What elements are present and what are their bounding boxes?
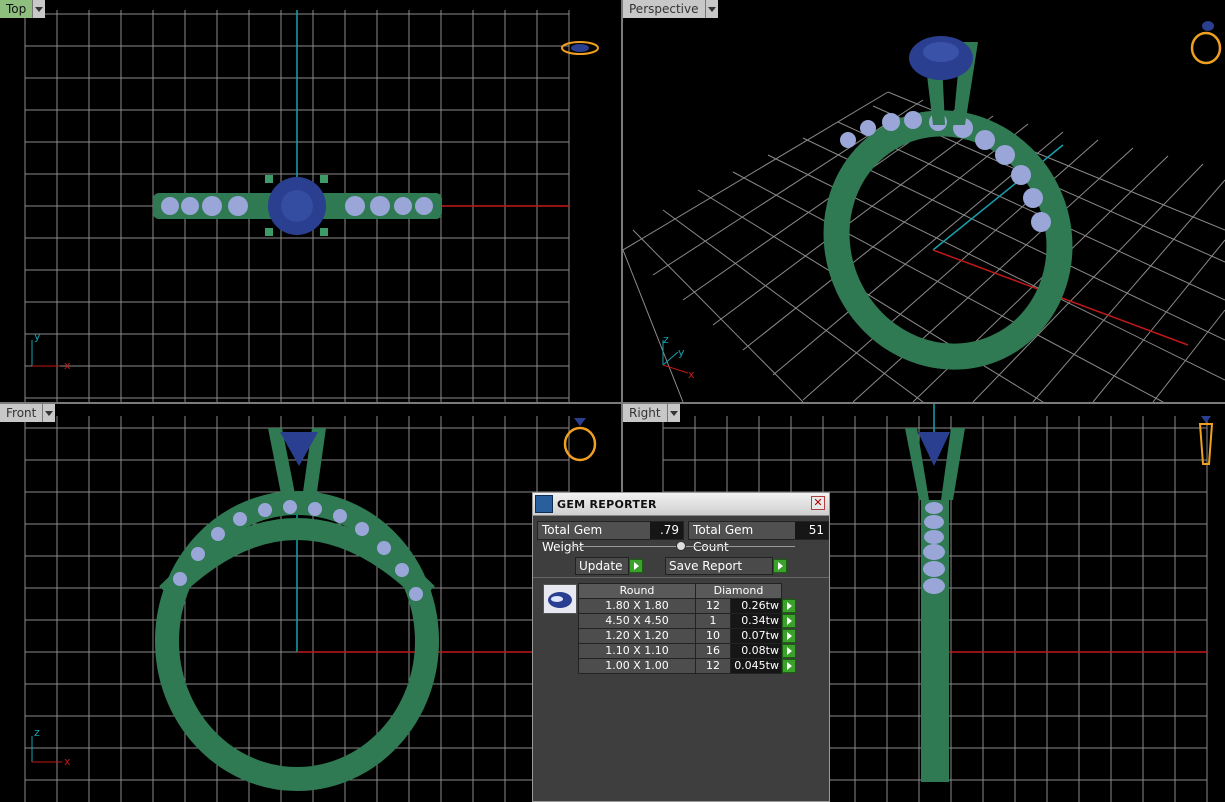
gem-weight: 0.07tw <box>730 628 782 644</box>
axis-label-y: y <box>678 346 685 359</box>
total-gem-count-label: Total Gem Count <box>689 522 795 554</box>
viewport-label-perspective[interactable]: Perspective <box>623 0 718 18</box>
front-view-scene: z x <box>24 416 570 802</box>
go-arrow-icon[interactable] <box>629 559 643 573</box>
ring-nav-icon[interactable] <box>560 38 600 60</box>
viewport-perspective[interactable]: z y x Perspective <box>623 0 1225 402</box>
close-icon[interactable]: ✕ <box>811 496 825 510</box>
top-view-scene: y x <box>24 10 570 402</box>
axis-triad-top: y x <box>31 330 71 372</box>
viewport-label-right[interactable]: Right <box>623 404 680 422</box>
update-button[interactable]: Update <box>575 557 629 575</box>
chevron-down-icon[interactable] <box>32 0 46 18</box>
viewport-label-top[interactable]: Top <box>0 0 46 18</box>
go-arrow-icon[interactable] <box>782 644 796 658</box>
go-arrow-icon[interactable] <box>782 614 796 628</box>
round-gem-icon <box>548 592 572 608</box>
total-gem-count-field: Total Gem Count 51 <box>688 521 829 554</box>
gem-weight: 0.26tw <box>730 598 782 614</box>
go-arrow-icon[interactable] <box>773 559 787 573</box>
ring-model-perspective[interactable] <box>798 36 1097 393</box>
gem-reporter-icon <box>535 495 553 513</box>
table-row[interactable]: 1.20 X 1.20 10 0.07tw <box>578 628 799 644</box>
axis-label-z: z <box>34 726 40 739</box>
ring-nav-icon[interactable] <box>1195 414 1217 472</box>
axis-label-x: x <box>64 755 71 768</box>
chevron-down-icon[interactable] <box>666 404 680 422</box>
ring-model-right[interactable] <box>905 428 965 782</box>
gem-count: 1 <box>695 613 731 629</box>
go-arrow-icon[interactable] <box>782 659 796 673</box>
gem-count: 10 <box>695 628 731 644</box>
perspective-view-scene: z y x <box>623 36 1225 402</box>
viewport-front[interactable]: z x Front <box>0 404 621 802</box>
ring-nav-icon[interactable] <box>560 414 600 464</box>
table-row[interactable]: 1.00 X 1.00 12 0.045tw <box>578 658 799 674</box>
table-row[interactable]: 1.80 X 1.80 12 0.26tw <box>578 598 799 614</box>
table-row[interactable]: 1.10 X 1.10 16 0.08tw <box>578 643 799 659</box>
gem-count: 16 <box>695 643 731 659</box>
axis-triad-front: z x <box>31 726 71 768</box>
axis-label-y: y <box>34 330 41 343</box>
column-header-shape: Round <box>578 583 696 599</box>
viewport-label-front[interactable]: Front <box>0 404 56 422</box>
total-gem-weight-value: .79 <box>649 522 684 539</box>
axis-triad-perspective: z y x <box>662 333 695 381</box>
column-header-material: Diamond <box>695 583 782 599</box>
viewport-name: Top <box>0 0 33 18</box>
total-gem-count-value: 51 <box>794 522 828 539</box>
chevron-down-icon[interactable] <box>42 404 56 422</box>
gem-shape-thumbnail[interactable] <box>543 584 577 614</box>
go-arrow-icon[interactable] <box>782 629 796 643</box>
gem-weight: 0.045tw <box>730 658 782 674</box>
gem-count: 12 <box>695 598 731 614</box>
viewport-name: Right <box>623 404 667 422</box>
gem-size: 1.20 X 1.20 <box>578 628 696 644</box>
gem-reporter-titlebar[interactable]: GEM REPORTER ✕ <box>533 493 829 516</box>
gem-reporter-panel[interactable]: GEM REPORTER ✕ Total Gem Weight .79 Tota… <box>532 492 830 802</box>
table-row[interactable]: 4.50 X 4.50 1 0.34tw <box>578 613 799 629</box>
gem-size: 1.00 X 1.00 <box>578 658 696 674</box>
gem-size: 4.50 X 4.50 <box>578 613 696 629</box>
axis-label-z: z <box>663 333 669 346</box>
gem-size: 1.80 X 1.80 <box>578 598 696 614</box>
center-stone <box>918 432 950 466</box>
ring-nav-icon[interactable] <box>1188 18 1224 68</box>
gem-weight: 0.34tw <box>730 613 782 629</box>
axis-label-x: x <box>64 359 71 372</box>
viewport-name: Front <box>0 404 43 422</box>
gem-count: 12 <box>695 658 731 674</box>
chevron-down-icon[interactable] <box>704 0 718 18</box>
go-arrow-icon[interactable] <box>782 599 796 613</box>
total-gem-weight-label: Total Gem Weight <box>538 522 650 554</box>
gem-table: Round Diamond 1.80 X 1.80 12 0.26tw 4.50… <box>578 583 799 674</box>
gem-size: 1.10 X 1.10 <box>578 643 696 659</box>
viewport-top[interactable]: y x Top <box>0 0 621 402</box>
total-gem-weight-field: Total Gem Weight .79 <box>537 521 685 554</box>
gem-reporter-title: GEM REPORTER <box>557 497 657 511</box>
divider <box>533 577 829 578</box>
save-report-button[interactable]: Save Report <box>665 557 773 575</box>
gem-weight: 0.08tw <box>730 643 782 659</box>
ring-model-top[interactable] <box>153 175 442 236</box>
axis-label-x: x <box>688 368 695 381</box>
collapse-toggle[interactable] <box>676 541 686 551</box>
viewport-name: Perspective <box>623 0 705 18</box>
